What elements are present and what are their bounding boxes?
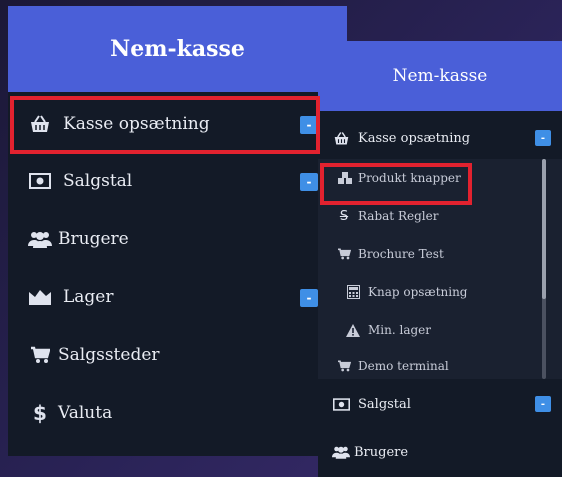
sidebar-item-label: Brugere (354, 444, 409, 460)
sidebar-item-label: Salgstal (358, 396, 411, 412)
sidebar-item-label: Salgstal (63, 171, 133, 191)
strikethrough-icon: S (339, 208, 349, 224)
sidebar-item-label: Kasse opsætning (358, 130, 471, 146)
app-title: Nem-kasse (392, 66, 488, 86)
sidebar-item-valuta[interactable]: $ Valuta (8, 385, 347, 441)
sidebar-header: Nem-kasse (8, 6, 347, 92)
sidebar-item-label: Salgssteder (58, 345, 160, 365)
submenu-item-label: Demo terminal (358, 359, 449, 373)
submenu-item-min-lager[interactable]: Min. lager (318, 315, 562, 345)
users-icon (332, 443, 350, 461)
cart-icon (336, 246, 352, 262)
collapse-badge[interactable]: - (300, 289, 318, 307)
cart-icon (28, 343, 52, 367)
submenu-item-knap-opsaetning[interactable]: Knap opsætning (318, 277, 562, 307)
submenu-item-brochure-test[interactable]: Brochure Test (318, 239, 562, 269)
submenu-item-label: Rabat Regler (358, 209, 439, 223)
sidebar-item-label: Lager (63, 287, 114, 307)
sidebar-header: Nem-kasse (318, 41, 562, 111)
sidebar-large: Nem-kasse Kasse opsætning - Salgstal - B… (8, 6, 347, 456)
sidebar-expanded: Nem-kasse Kasse opsætning - Produkt knap… (318, 41, 562, 477)
collapse-badge[interactable]: - (300, 173, 318, 191)
sidebar-item-salgssteder[interactable]: Salgssteder (8, 327, 347, 383)
basket-icon (332, 129, 350, 147)
submenu-scrollbar[interactable] (542, 159, 546, 379)
sidebar-item-salgstal[interactable]: Salgstal - (8, 153, 347, 209)
sidebar-item-label: Valuta (58, 403, 113, 423)
cart-icon (336, 358, 352, 374)
warning-icon (345, 322, 361, 338)
sidebar-item-brugere[interactable]: Brugere (318, 437, 562, 467)
submenu-item-rabat-regler[interactable]: S Rabat Regler (318, 201, 562, 231)
dollar-icon: $ (33, 401, 47, 425)
money-icon (28, 169, 52, 193)
sidebar-item-label: Brugere (58, 229, 129, 249)
calculator-icon (345, 284, 361, 300)
sidebar-item-brugere[interactable]: Brugere (8, 211, 347, 267)
money-icon (332, 395, 350, 413)
users-icon (28, 227, 52, 251)
submenu-item-label: Brochure Test (358, 247, 444, 261)
highlight-box-kasse-opsaetning (10, 96, 320, 154)
scrollbar-thumb[interactable] (542, 159, 546, 299)
submenu-item-label: Knap opsætning (368, 285, 468, 299)
sidebar-item-kasse-opsaetning[interactable]: Kasse opsætning - (318, 123, 562, 153)
app-title: Nem-kasse (110, 36, 245, 62)
sidebar-item-lager[interactable]: Lager - (8, 269, 347, 325)
collapse-badge[interactable]: - (535, 130, 551, 146)
highlight-box-produkt-knapper (320, 163, 472, 205)
chart-area-icon (28, 285, 52, 309)
submenu-item-label: Min. lager (368, 323, 431, 337)
collapse-badge[interactable]: - (535, 396, 551, 412)
submenu-item-demo-terminal[interactable]: Demo terminal (318, 353, 562, 379)
sidebar-item-salgstal[interactable]: Salgstal - (318, 389, 562, 419)
